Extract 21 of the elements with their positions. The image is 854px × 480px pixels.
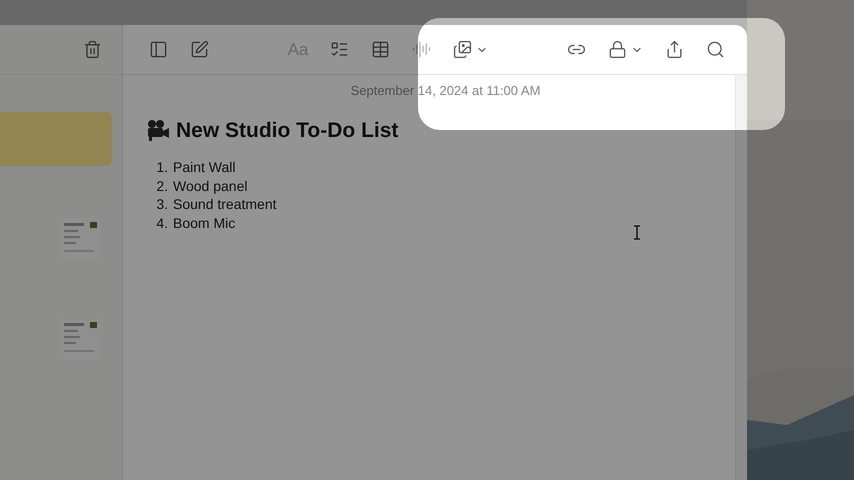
- list-item-text: Wood panel: [173, 176, 248, 195]
- search-icon: [706, 40, 725, 59]
- sidebar-icon: [149, 40, 168, 59]
- photos-icon: [453, 40, 472, 59]
- note-date: September 14, 2024 at 11:00 AM: [350, 82, 540, 100]
- text-cursor-icon: [633, 225, 641, 240]
- list-number: 3.: [155, 195, 168, 214]
- list-item-text: Sound treatment: [173, 195, 277, 214]
- note-title: New Studio To-Do List: [176, 118, 398, 144]
- list-number: 2.: [155, 176, 168, 195]
- share-icon: [664, 40, 684, 59]
- list-item-text: Boom Mic: [173, 214, 236, 232]
- audio-waveform-icon: [412, 40, 432, 59]
- list-number: 4.: [155, 214, 168, 232]
- trash-icon: [83, 40, 102, 59]
- movie-camera-icon: [146, 119, 170, 142]
- table-icon: [371, 40, 390, 59]
- compose-icon: [190, 40, 209, 59]
- list-item-text: Paint Wall: [173, 158, 236, 176]
- list-number: 1.: [155, 158, 168, 176]
- lock-icon: [608, 40, 627, 59]
